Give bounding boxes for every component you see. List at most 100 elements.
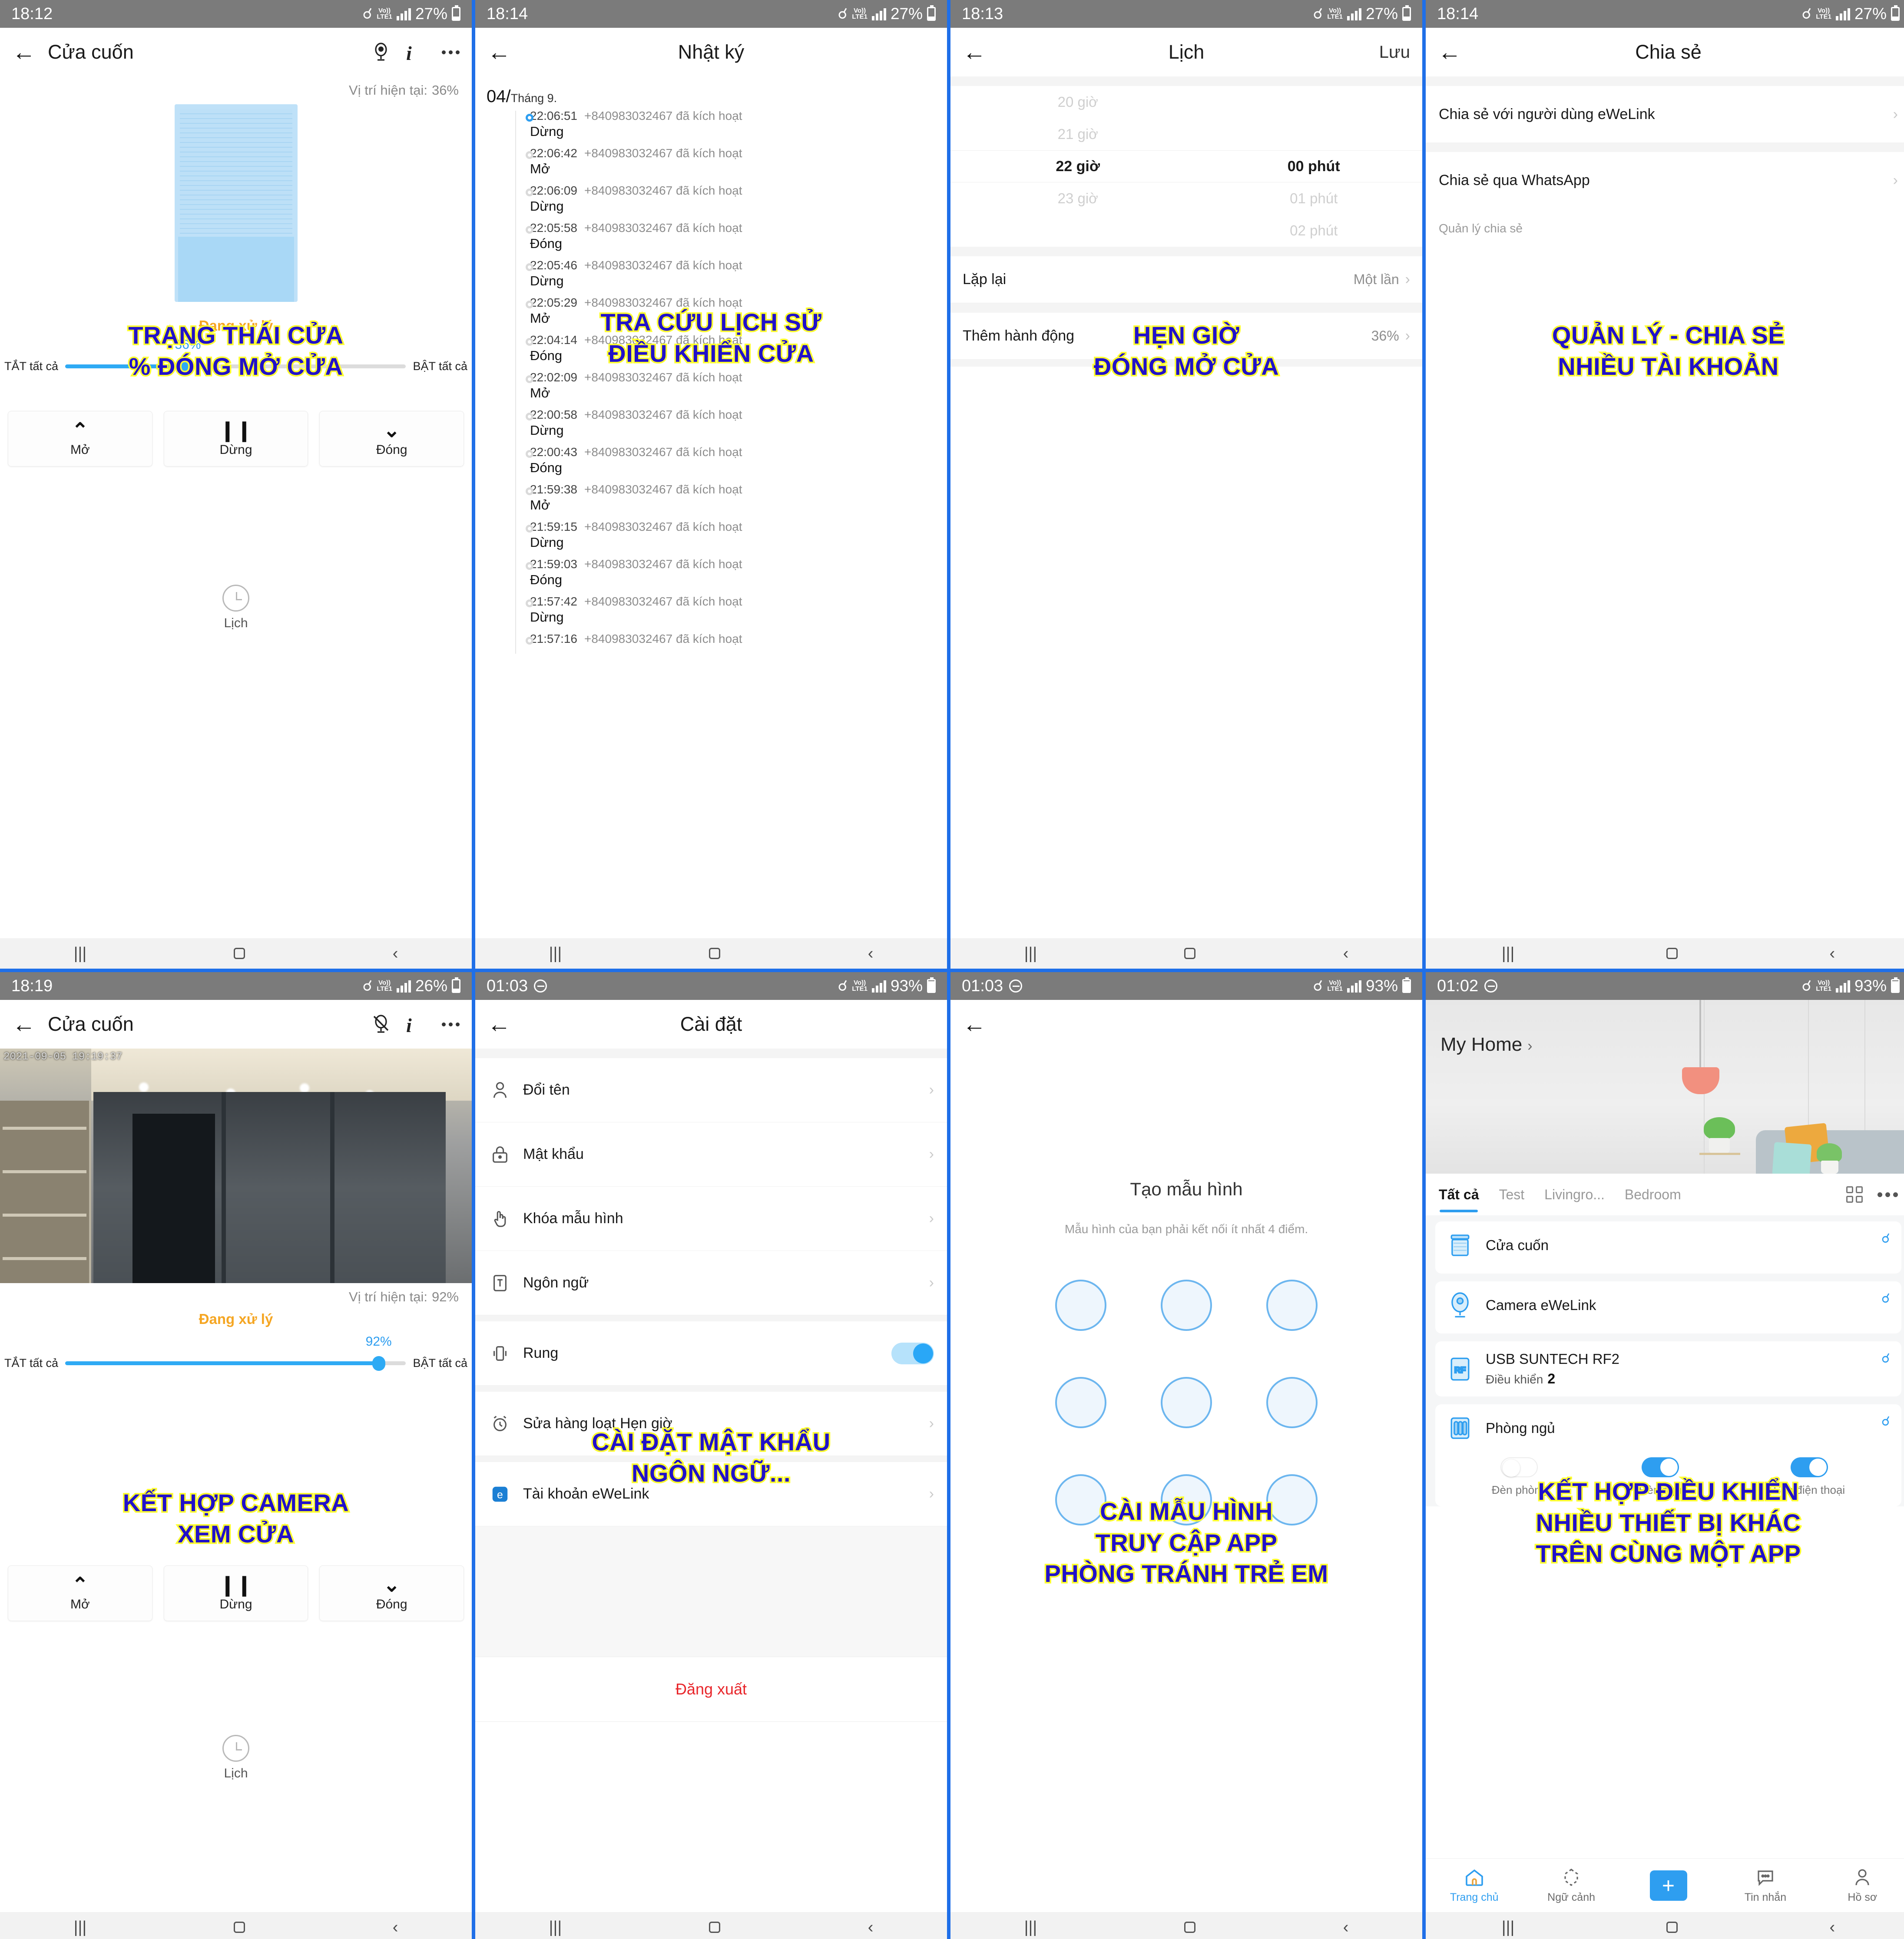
camera-icon[interactable] — [371, 42, 391, 63]
pattern-dot[interactable] — [1055, 1377, 1106, 1428]
info-icon[interactable]: i — [406, 42, 427, 64]
recents-button[interactable]: ||| — [1024, 1919, 1037, 1936]
more-options-icon[interactable] — [1878, 1192, 1898, 1197]
home-button[interactable] — [234, 1922, 245, 1933]
recents-button[interactable]: ||| — [1502, 1919, 1515, 1936]
settings-item-bulk-timers[interactable]: Sửa hàng loạt Hẹn giờ › — [475, 1392, 947, 1456]
save-button[interactable]: Lưu — [1379, 43, 1410, 62]
minute-option[interactable]: 02 phút — [1290, 222, 1338, 238]
camera-muted-icon[interactable] — [371, 1014, 391, 1035]
settings-item-pattern-lock[interactable]: Khóa mẫu hình › — [475, 1187, 947, 1251]
settings-item-ewelink-account[interactable]: e Tài khoản eWeLink › — [475, 1462, 947, 1526]
selected-minute[interactable]: 00 phút — [1288, 158, 1340, 175]
plus-icon[interactable]: + — [1649, 1870, 1687, 1901]
back-button[interactable]: ← — [963, 1013, 990, 1036]
back-button[interactable]: ← — [12, 40, 40, 64]
share-ewelink-row[interactable]: Chia sẻ với người dùng eWeLink › — [1426, 86, 1904, 142]
hour-option[interactable]: 21 giờ — [1058, 126, 1098, 142]
recents-button[interactable]: ||| — [549, 945, 562, 962]
recents-button[interactable]: ||| — [74, 1919, 87, 1936]
back-button[interactable]: ← — [12, 1013, 40, 1036]
open-button[interactable]: ⌃ Mở — [8, 411, 152, 467]
nav-item-scene[interactable]: Ngữ cảnh — [1523, 1867, 1619, 1904]
back-nav-button[interactable]: ‹ — [393, 945, 398, 962]
back-nav-button[interactable]: ‹ — [1830, 945, 1835, 962]
schedule-shortcut[interactable]: Lịch — [0, 585, 472, 631]
stop-button[interactable]: ❙❙ Dừng — [163, 411, 308, 467]
info-icon[interactable]: i — [406, 1014, 427, 1036]
position-slider[interactable]: TẮT tất cả 36% BẬT tất cả — [0, 338, 472, 375]
schedule-shortcut[interactable]: Lịch — [0, 1735, 472, 1781]
switch-den-ngu[interactable] — [1641, 1457, 1679, 1477]
pattern-dot[interactable] — [1160, 1474, 1212, 1525]
back-button[interactable]: ← — [963, 40, 990, 64]
position-slider[interactable]: TẮT tất cả 92% BẬT tất cả — [0, 1334, 472, 1372]
switch-sac-dien-thoai[interactable] — [1790, 1457, 1828, 1477]
recents-button[interactable]: ||| — [74, 945, 87, 962]
device-card-camera[interactable]: ☌ Camera eWeLink — [1435, 1281, 1901, 1333]
recents-button[interactable]: ||| — [1502, 945, 1515, 962]
back-nav-button[interactable]: ‹ — [1343, 945, 1349, 962]
close-button[interactable]: ⌄ Đóng — [319, 411, 464, 467]
nav-item-add[interactable]: + — [1620, 1870, 1717, 1901]
more-options-icon[interactable] — [442, 1022, 460, 1026]
recents-button[interactable]: ||| — [549, 1919, 562, 1936]
back-nav-button[interactable]: ‹ — [1830, 1919, 1835, 1936]
pattern-dot[interactable] — [1055, 1280, 1106, 1331]
home-button[interactable] — [1184, 948, 1196, 959]
repeat-row[interactable]: Lặp lại Một lần › — [950, 256, 1422, 303]
grid-view-icon[interactable] — [1846, 1186, 1863, 1203]
add-action-row[interactable]: Thêm hành động 36% › — [950, 313, 1422, 360]
pattern-grid[interactable] — [1028, 1280, 1345, 1525]
open-button[interactable]: ⌃ Mở — [8, 1565, 152, 1621]
home-button[interactable] — [709, 1922, 721, 1933]
settings-item-password[interactable]: Mật khẩu › — [475, 1122, 947, 1187]
share-whatsapp-row[interactable]: Chia sẻ qua WhatsApp › — [1426, 152, 1904, 208]
settings-item-vibrate[interactable]: Rung — [475, 1321, 947, 1386]
pattern-dot[interactable] — [1266, 1474, 1318, 1525]
tab-all[interactable]: Tất cả — [1439, 1187, 1479, 1212]
hour-option[interactable]: 23 giờ — [1058, 190, 1098, 206]
home-selector[interactable]: My Home › — [1440, 1034, 1533, 1056]
home-button[interactable] — [709, 948, 721, 959]
device-card-bedroom[interactable]: ☌ Phòng ngủ Đèn phòng Đèn ngủ Sạc điện t… — [1435, 1404, 1901, 1506]
pattern-dot[interactable] — [1055, 1474, 1106, 1525]
pattern-dot[interactable] — [1266, 1280, 1318, 1331]
settings-item-rename[interactable]: Đổi tên › — [475, 1058, 947, 1122]
home-button[interactable] — [234, 948, 245, 959]
nav-item-home[interactable]: Trang chủ — [1426, 1867, 1523, 1904]
back-nav-button[interactable]: ‹ — [868, 1919, 874, 1936]
home-button[interactable] — [1184, 1922, 1196, 1933]
device-card-rf[interactable]: ☌ RF USB SUNTECH RF2 Điều khiển 2 — [1435, 1341, 1901, 1396]
tab-livingroom[interactable]: Livingro... — [1544, 1187, 1605, 1203]
more-options-icon[interactable] — [442, 50, 460, 54]
back-nav-button[interactable]: ‹ — [1343, 1919, 1349, 1936]
tab-test[interactable]: Test — [1499, 1187, 1524, 1203]
home-button[interactable] — [1666, 1922, 1678, 1933]
pattern-dot[interactable] — [1160, 1280, 1212, 1331]
nav-item-profile[interactable]: Hồ sơ — [1814, 1867, 1904, 1904]
minute-option[interactable]: 01 phút — [1290, 190, 1338, 206]
log-body[interactable]: 04/Tháng 9. 22:06:51 +840983032467 đã kíc… — [475, 76, 947, 938]
back-button[interactable]: ← — [1438, 40, 1466, 64]
camera-live-view[interactable]: 2021-09-05 19:19:37 — [0, 1049, 472, 1283]
tab-bedroom[interactable]: Bedroom — [1625, 1187, 1681, 1203]
selected-hour[interactable]: 22 giờ — [1056, 158, 1100, 175]
switch-den-phong[interactable] — [1500, 1457, 1538, 1477]
close-button[interactable]: ⌄ Đóng — [319, 1565, 464, 1621]
settings-item-language[interactable]: Ngôn ngữ › — [475, 1251, 947, 1315]
back-button[interactable]: ← — [487, 40, 515, 64]
vibrate-toggle[interactable] — [891, 1342, 934, 1364]
back-nav-button[interactable]: ‹ — [393, 1919, 398, 1936]
time-picker[interactable]: 20 giờ 21 giờ 22 giờ 00 phút 23 giờ 01 ph… — [950, 86, 1422, 247]
stop-button[interactable]: ❙❙ Dừng — [163, 1565, 308, 1621]
device-card-roller-door[interactable]: ☌ Cửa cuốn — [1435, 1221, 1901, 1274]
pattern-dot[interactable] — [1266, 1377, 1318, 1428]
nav-item-messages[interactable]: Tin nhắn — [1717, 1867, 1814, 1904]
recents-button[interactable]: ||| — [1024, 945, 1037, 962]
hour-option[interactable]: 20 giờ — [1058, 94, 1098, 110]
logout-button[interactable]: Đăng xuất — [475, 1657, 947, 1722]
back-nav-button[interactable]: ‹ — [868, 945, 874, 962]
home-button[interactable] — [1666, 948, 1678, 959]
pattern-dot[interactable] — [1160, 1377, 1212, 1428]
